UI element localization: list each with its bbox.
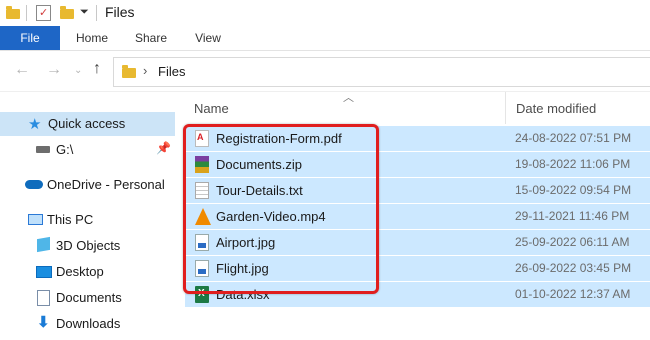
column-header-date-modified[interactable]: Date modified <box>516 101 596 116</box>
sidebar-item-label: This PC <box>47 212 94 227</box>
tab-home[interactable]: Home <box>66 26 118 50</box>
sidebar-item-onedrive[interactable]: OneDrive - Personal <box>0 173 175 197</box>
title-bar: ✓ ⏷ Files <box>0 0 650 26</box>
recent-locations-icon[interactable]: ⌄ <box>74 65 82 76</box>
drive-icon <box>36 146 50 153</box>
sidebar-item-quick-access[interactable]: ★ Quick access <box>0 112 175 136</box>
breadcrumb-chevron-icon[interactable]: › <box>143 63 147 78</box>
folder-icon <box>122 65 136 78</box>
ribbon-tabs: File Home Share View <box>0 26 650 51</box>
file-date: 24-08-2022 07:51 PM <box>515 131 632 145</box>
download-icon: ⬇ <box>37 314 50 331</box>
sidebar-item-label: G:\ <box>56 142 74 157</box>
sidebar-item-desktop[interactable]: Desktop <box>0 260 175 284</box>
sidebar-item-label: 3D Objects <box>56 238 121 253</box>
documents-icon <box>37 290 50 306</box>
forward-arrow-icon[interactable]: → <box>46 61 62 79</box>
column-divider[interactable] <box>505 92 506 124</box>
back-arrow-icon[interactable]: ← <box>14 61 30 79</box>
pin-icon[interactable]: 📌 <box>156 141 171 155</box>
divider <box>26 5 27 21</box>
sidebar-item-label: Downloads <box>56 316 121 331</box>
up-arrow-icon[interactable]: ↑ <box>93 60 101 78</box>
column-headers: ︿ Name Date modified <box>178 92 650 124</box>
tab-share[interactable]: Share <box>124 26 178 50</box>
sidebar-item-documents[interactable]: Documents <box>0 286 175 310</box>
sidebar-item-3d-objects[interactable]: 3D Objects <box>0 234 175 258</box>
navigation-bar: ← → ⌄ ↑ › Files <box>0 51 650 91</box>
sidebar-item-this-pc[interactable]: This PC <box>0 208 175 232</box>
customize-toolbar-icon[interactable]: ⏷ <box>80 6 89 19</box>
desktop-icon <box>36 266 52 278</box>
window-title: Files <box>105 4 135 20</box>
address-bar[interactable]: › Files <box>113 57 650 87</box>
column-header-name[interactable]: Name <box>194 101 229 116</box>
sidebar-item-label: OneDrive - Personal <box>47 177 165 192</box>
sidebar-item-label: Documents <box>56 290 122 305</box>
computer-icon <box>28 214 43 225</box>
selection-highlight-box <box>183 124 379 294</box>
sidebar-item-label: Desktop <box>56 264 104 279</box>
cloud-icon <box>25 180 43 189</box>
file-date: 25-09-2022 06:11 AM <box>515 235 630 249</box>
folder-icon <box>6 6 20 19</box>
new-folder-icon[interactable] <box>60 6 74 19</box>
properties-icon[interactable]: ✓ <box>36 5 51 21</box>
file-date: 15-09-2022 09:54 PM <box>515 183 632 197</box>
tab-view[interactable]: View <box>182 26 234 50</box>
sidebar-item-g-drive[interactable]: G:\ 📌 <box>0 138 175 162</box>
file-date: 19-08-2022 11:06 PM <box>515 157 631 171</box>
tab-file[interactable]: File <box>0 26 60 50</box>
sidebar-item-label: Quick access <box>48 116 126 131</box>
file-date: 29-11-2021 11:46 PM <box>515 209 630 223</box>
sidebar-item-downloads[interactable]: ⬇ Downloads <box>0 312 175 336</box>
file-date: 26-09-2022 03:45 PM <box>515 261 632 275</box>
star-icon: ★ <box>28 116 42 133</box>
file-date: 01-10-2022 12:37 AM <box>515 287 631 301</box>
sort-ascending-icon: ︿ <box>343 92 354 104</box>
cube-icon <box>37 236 50 253</box>
navigation-pane: ★ Quick access G:\ 📌 OneDrive - Personal… <box>0 92 175 340</box>
divider <box>96 5 97 21</box>
breadcrumb-files[interactable]: Files <box>158 64 185 79</box>
